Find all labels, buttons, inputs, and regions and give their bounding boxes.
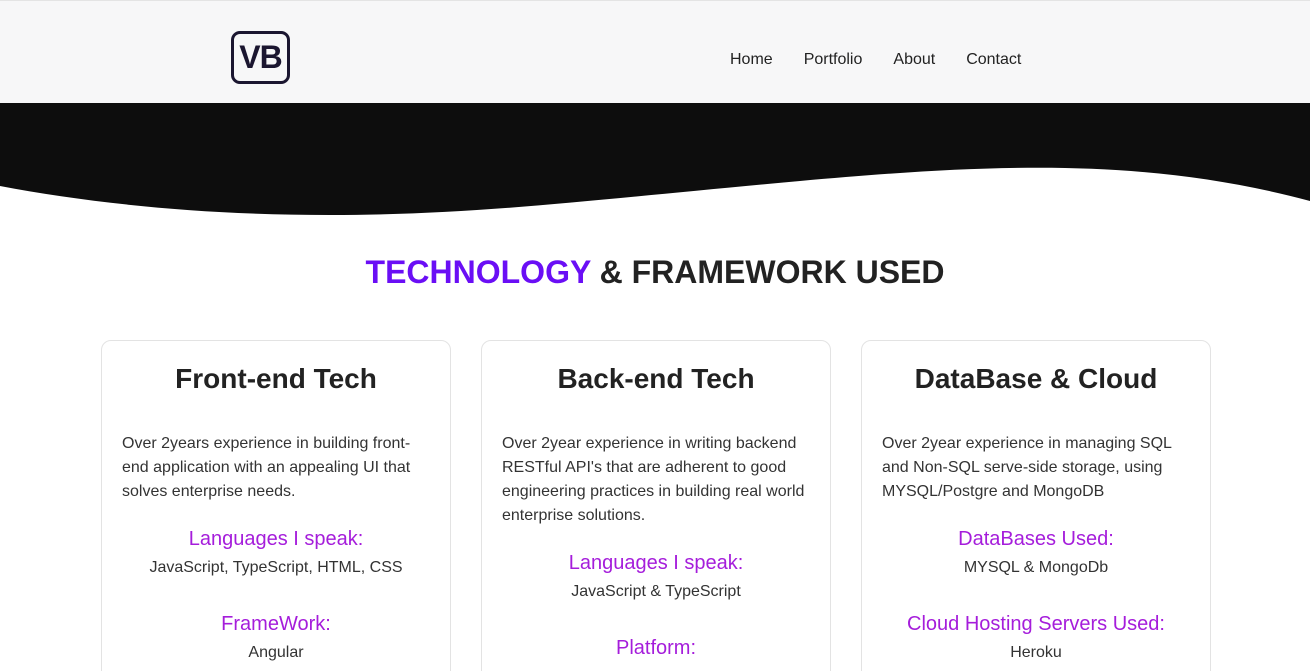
nav-link-about[interactable]: About (893, 51, 935, 69)
section-title-rest: & FRAMEWORK USED (590, 254, 945, 290)
card-value-languages: JavaScript & TypeScript (571, 583, 741, 600)
card-title: Back-end Tech (557, 363, 755, 394)
card-description: Over 2year experience in writing backend… (502, 435, 805, 524)
card-value-languages: JavaScript, TypeScript, HTML, CSS (149, 559, 403, 576)
page: VB Home Portfolio About Contact TECHNOLO… (0, 0, 1310, 671)
card-value-framework: Angular (248, 644, 304, 661)
card-description: Over 2years experience in building front… (122, 435, 411, 500)
nav-link-contact[interactable]: Contact (966, 51, 1021, 69)
navbar: VB Home Portfolio About Contact (0, 0, 1310, 104)
card-subheading-databases: DataBases Used: (958, 528, 1114, 550)
nav-link-portfolio[interactable]: Portfolio (804, 51, 863, 69)
card-value-databases: MYSQL & MongoDb (963, 559, 1109, 576)
nav-menu: Home Portfolio About Contact (730, 51, 1052, 69)
hero-wave-band (0, 103, 1310, 215)
section-title-accent: TECHNOLOGY (365, 254, 591, 290)
card-subheading-framework: FrameWork: (221, 613, 331, 635)
logo[interactable]: VB (231, 31, 290, 84)
hero-wave-shape (0, 103, 1310, 215)
card-subheading-languages: Languages I speak: (188, 528, 364, 550)
card-value-cloud: Heroku (1010, 644, 1062, 661)
nav-link-home[interactable]: Home (730, 51, 773, 69)
card-subheading-languages: Languages I speak: (568, 552, 744, 574)
card-backend: Back-end Tech Over 2year experience in w… (481, 340, 831, 671)
section-title: TECHNOLOGY & FRAMEWORK USED (0, 254, 1310, 291)
card-subheading-platform: Platform: (615, 637, 697, 659)
card-title: Front-end Tech (175, 363, 377, 394)
card-subheading-cloud: Cloud Hosting Servers Used: (907, 613, 1165, 635)
card-title: DataBase & Cloud (914, 363, 1158, 394)
card-frontend: Front-end Tech Over 2years experience in… (101, 340, 451, 671)
card-database-cloud: DataBase & Cloud Over 2year experience i… (861, 340, 1211, 671)
card-description: Over 2year experience in managing SQL an… (882, 435, 1172, 500)
